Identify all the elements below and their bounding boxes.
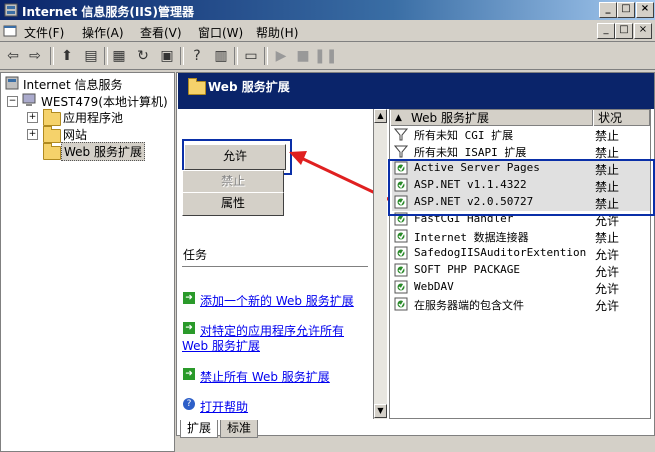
aspnet-rows-highlight (388, 159, 655, 216)
list-item-status: 禁止 (595, 231, 620, 245)
window-title: Internet 信息服务(IIS)管理器 (22, 5, 194, 19)
tree-item-app-pools[interactable]: 应用程序池 (63, 109, 123, 126)
show-tree-icon[interactable]: ▤ (80, 46, 102, 66)
computer-icon (22, 93, 36, 106)
child-close-button[interactable]: × (634, 23, 652, 39)
minimize-button[interactable]: _ (599, 2, 617, 18)
document-window-icon (3, 25, 17, 37)
child-restore-button[interactable]: □ (615, 23, 633, 39)
back-arrow-icon[interactable]: ⇦ (2, 46, 24, 66)
list-item-name: SafedogIISAuditorExtention (414, 246, 587, 259)
folder-icon (43, 143, 61, 160)
list-item[interactable]: SafedogIISAuditorExtention 允许 (392, 245, 650, 262)
folder-icon (43, 109, 61, 126)
refresh-icon[interactable]: ↻ (132, 46, 154, 66)
tab-standard[interactable]: 标准 (220, 420, 259, 438)
tasks-heading: 任务 (183, 248, 208, 262)
iis-app-icon (4, 3, 18, 17)
list-item[interactable]: WebDAV 允许 (392, 279, 650, 296)
deny-button[interactable]: 禁止 (182, 170, 284, 194)
folder-icon (188, 78, 206, 95)
console-tree[interactable]: Internet 信息服务 − WEST479(本地计算机) + 应用程序池 +… (0, 72, 175, 452)
extension-icon (394, 297, 408, 311)
menu-action[interactable]: 操作(A) (82, 24, 124, 41)
console-icon[interactable]: ▥ (210, 46, 232, 66)
sort-arrow-icon: ▲ (395, 113, 402, 123)
menu-view[interactable]: 查看(V) (140, 24, 182, 41)
panel-banner: Web 服务扩展 (178, 73, 654, 109)
list-item[interactable]: 在服务器端的包含文件 允许 (392, 296, 650, 313)
open-help-link[interactable]: 打开帮助 (200, 398, 248, 415)
child-minimize-button[interactable]: _ (597, 23, 615, 39)
list-header: ▲ Web 服务扩展 状况 (390, 110, 650, 126)
panel-title: Web 服务扩展 (208, 80, 290, 94)
list-item[interactable]: Internet 数据连接器 禁止 (392, 228, 650, 245)
extension-icon (394, 246, 408, 260)
forward-arrow-icon[interactable]: ⇨ (24, 46, 46, 66)
scroll-down-icon[interactable]: ▼ (374, 404, 387, 418)
tree-item-websites[interactable]: 网站 (63, 126, 87, 143)
column-header-name-label: Web 服务扩展 (411, 111, 489, 125)
list-item-name: Internet 数据连接器 (414, 231, 529, 244)
stop-icon[interactable]: ■ (292, 46, 314, 66)
pause-icon[interactable]: ❚❚ (314, 46, 337, 66)
extension-icon (394, 229, 408, 243)
export-list-icon[interactable]: ▣ (156, 46, 178, 66)
green-arrow-icon: ➜ (183, 368, 195, 380)
deny-button-label: 禁止 (220, 174, 245, 188)
tree-item-iis-root[interactable]: Internet 信息服务 (23, 76, 122, 93)
filter-icon (394, 145, 408, 158)
scroll-up-icon[interactable]: ▲ (374, 109, 387, 123)
green-arrow-icon: ➜ (183, 322, 195, 334)
column-header-status[interactable]: 状况 (593, 110, 650, 126)
green-arrow-icon: ➜ (183, 292, 195, 304)
list-item-name: SOFT PHP PACKAGE (414, 263, 520, 276)
properties-button[interactable]: 属性 (182, 192, 284, 216)
list-item-name: 所有未知 CGI 扩展 (414, 129, 514, 142)
computer-icon[interactable]: ▭ (240, 46, 262, 66)
folder-icon (43, 126, 61, 143)
extension-icon (394, 280, 408, 294)
play-icon[interactable]: ▶ (270, 46, 292, 66)
list-item-name: WebDAV (414, 280, 454, 293)
up-level-icon[interactable]: ⬆ (56, 46, 78, 66)
list-item-name: 所有未知 ISAPI 扩展 (414, 146, 527, 159)
add-extension-link[interactable]: 添加一个新的 Web 服务扩展 (200, 292, 354, 309)
list-item-status: 允许 (595, 265, 620, 279)
expand-icon[interactable]: + (27, 129, 38, 140)
collapse-icon[interactable]: − (7, 96, 18, 107)
menu-window[interactable]: 窗口(W) (198, 24, 243, 41)
tasks-divider (182, 266, 368, 267)
list-item[interactable]: 所有未知 CGI 扩展 禁止 (392, 126, 650, 143)
list-item-name: 在服务器端的包含文件 (414, 299, 524, 312)
list-item-status: 禁止 (595, 129, 620, 143)
list-item[interactable]: 所有未知 ISAPI 扩展 禁止 (392, 143, 650, 160)
tree-item-web-service-extensions[interactable]: Web 服务扩展 (61, 142, 145, 161)
menu-bar: 文件(F) 操作(A) 查看(V) 窗口(W) 帮助(H) _ □ × (0, 20, 655, 42)
column-header-name[interactable]: ▲ Web 服务扩展 (390, 110, 593, 126)
menu-file[interactable]: 文件(F) (24, 24, 64, 41)
title-bar[interactable]: Internet 信息服务(IIS)管理器 _ □ × (0, 0, 655, 20)
expand-icon[interactable]: + (27, 112, 38, 123)
toolbar: ⇦ ⇨ ⬆ ▤ ▦ ↻ ▣ ? ▥ ▭ ▶ ■ ❚❚ (0, 43, 655, 70)
tab-extended[interactable]: 扩展 (180, 420, 219, 438)
properties-icon[interactable]: ▦ (108, 46, 130, 66)
tree-item-computer[interactable]: WEST479(本地计算机) (41, 93, 168, 110)
close-button[interactable]: × (636, 2, 654, 18)
allow-for-app-link-line2[interactable]: Web 服务扩展 (182, 337, 260, 354)
vertical-scrollbar[interactable]: ▲ ▼ (373, 109, 387, 419)
help-circle-icon: ? (183, 398, 195, 410)
list-item-status: 允许 (595, 299, 620, 313)
view-tabs: 扩展 标准 (176, 420, 655, 438)
extension-icon (394, 263, 408, 277)
maximize-button[interactable]: □ (617, 2, 635, 18)
help-icon[interactable]: ? (186, 46, 208, 66)
list-item[interactable]: SOFT PHP PACKAGE 允许 (392, 262, 650, 279)
menu-help[interactable]: 帮助(H) (256, 24, 298, 41)
iis-root-icon (5, 76, 19, 90)
list-item-status: 允许 (595, 282, 620, 296)
filter-icon (394, 128, 408, 141)
deny-all-link[interactable]: 禁止所有 Web 服务扩展 (200, 368, 330, 385)
list-item-status: 允许 (595, 248, 620, 262)
